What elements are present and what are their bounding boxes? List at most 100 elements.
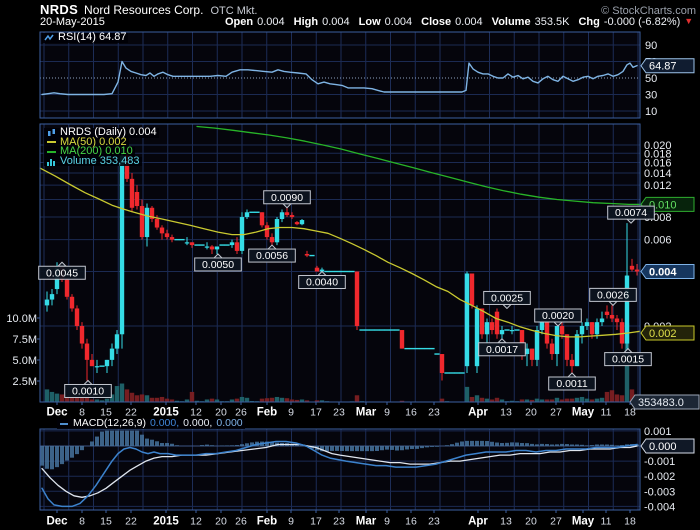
macd-histogram-bar xyxy=(105,431,109,447)
candle xyxy=(470,274,474,306)
volume-bar xyxy=(280,398,284,402)
macd-histogram-bar xyxy=(160,443,164,446)
volume-bar xyxy=(245,398,249,402)
candle xyxy=(270,237,274,242)
x-tick-label: 9 xyxy=(288,516,294,528)
macd-axis-label: -0.001 xyxy=(644,456,675,468)
macd-histogram-bar xyxy=(345,446,349,451)
macd-histogram-bar xyxy=(585,445,589,446)
macd-histogram-bar xyxy=(560,444,564,446)
macd-histogram-bar xyxy=(125,431,129,447)
macd-histogram-bar xyxy=(610,445,614,446)
macd-histogram-bar xyxy=(110,431,114,447)
macd-histogram-bar xyxy=(490,442,494,446)
macd-histogram-bar xyxy=(40,446,44,466)
svg-text:0.0056: 0.0056 xyxy=(256,250,288,262)
candle xyxy=(185,242,189,243)
macd-histogram-bar xyxy=(375,446,379,451)
rsi-legend-label: RSI(14) 64.87 xyxy=(58,33,126,43)
candle xyxy=(585,322,589,326)
macd-axis-label: 0.001 xyxy=(644,426,672,438)
volume-bar xyxy=(240,397,244,402)
candle xyxy=(120,155,124,334)
rsi-axis-label: 30 xyxy=(645,90,657,102)
x-tick-label: 27 xyxy=(550,407,562,419)
svg-text:0.0011: 0.0011 xyxy=(556,378,587,390)
x-tick-label: 8 xyxy=(79,516,85,528)
candle xyxy=(535,330,539,360)
candle xyxy=(145,208,149,237)
x-tick-label: 15 xyxy=(100,516,112,528)
candle xyxy=(400,330,404,349)
volume-bar xyxy=(125,389,129,402)
candle xyxy=(115,334,119,348)
x-tick-label: 20 xyxy=(525,407,537,419)
x-tick-label: 27 xyxy=(550,516,562,528)
macd-histogram-bar xyxy=(65,446,69,461)
macd-histogram-bar xyxy=(135,431,139,447)
macd-histogram-bar xyxy=(525,443,529,446)
candle xyxy=(560,326,564,334)
macd-histogram-bar xyxy=(570,444,574,446)
volume-bar xyxy=(605,392,609,402)
candle xyxy=(480,308,484,334)
macd-histogram-bar xyxy=(205,445,209,446)
macd-value-1: 0.000, xyxy=(150,419,179,429)
svg-text:0.0026: 0.0026 xyxy=(597,289,629,301)
macd-histogram-bar xyxy=(395,446,399,451)
volume-bar xyxy=(115,386,119,402)
macd-histogram-bar xyxy=(120,431,124,447)
volume-axis-label: 2.5M xyxy=(13,376,37,388)
candle xyxy=(75,308,79,326)
candle xyxy=(605,312,609,315)
candle xyxy=(500,330,504,334)
macd-histogram-bar xyxy=(90,441,94,446)
volume-bar xyxy=(160,397,164,402)
macd-histogram-bar xyxy=(400,446,404,450)
volume-bar xyxy=(285,398,289,402)
volume-bar xyxy=(555,398,559,402)
macd-histogram-bar xyxy=(95,437,99,446)
macd-histogram-bar xyxy=(600,444,604,446)
svg-text:0.0045: 0.0045 xyxy=(46,267,78,279)
x-tick-label: 17 xyxy=(310,407,322,419)
x-tick-label: May xyxy=(572,407,595,419)
x-tick-label: 26 xyxy=(235,516,247,528)
macd-histogram-bar xyxy=(175,445,179,446)
candle xyxy=(165,233,169,237)
svg-text:0.0090: 0.0090 xyxy=(271,192,303,204)
macd-panel: 0.0010.000-0.001-0.002-0.003-0.0040.000 xyxy=(40,426,694,514)
x-tick-label: 16 xyxy=(405,407,417,419)
macd-histogram-bar xyxy=(75,446,79,454)
svg-text:0.002: 0.002 xyxy=(649,328,677,340)
macd-legend-label: MACD(12,26,9) xyxy=(73,419,146,429)
macd-legend: MACD(12,26,9) 0.000, 0.000, 0.000 xyxy=(57,419,245,429)
price-axis-label: 0.014 xyxy=(644,168,672,180)
candle xyxy=(265,225,269,237)
volume-bar xyxy=(150,398,154,402)
volume-bar xyxy=(105,399,109,402)
candle xyxy=(565,334,569,360)
volume-bar xyxy=(595,399,599,402)
macd-histogram-bar xyxy=(365,446,369,451)
macd-histogram-bar xyxy=(455,443,459,446)
x-tick-label: 23 xyxy=(333,516,345,528)
macd-histogram-bar xyxy=(225,445,229,446)
svg-text:353483.0: 353483.0 xyxy=(638,397,684,409)
x-tick-label: 20 xyxy=(215,516,227,528)
candle xyxy=(530,349,534,360)
candle xyxy=(135,192,139,206)
macd-histogram-bar xyxy=(130,431,134,447)
svg-text:0.0015: 0.0015 xyxy=(612,354,644,366)
candle xyxy=(495,312,499,335)
svg-text:0.0017: 0.0017 xyxy=(486,344,518,356)
x-tick-label: May xyxy=(572,516,595,528)
svg-text:0.0025: 0.0025 xyxy=(491,292,523,304)
macd-histogram-bar xyxy=(355,446,359,451)
macd-histogram-bar xyxy=(70,446,74,458)
candle xyxy=(50,294,54,299)
volume-bar xyxy=(270,398,274,402)
volume-bar xyxy=(190,392,194,402)
candle xyxy=(90,360,94,366)
macd-histogram-bar xyxy=(540,444,544,446)
